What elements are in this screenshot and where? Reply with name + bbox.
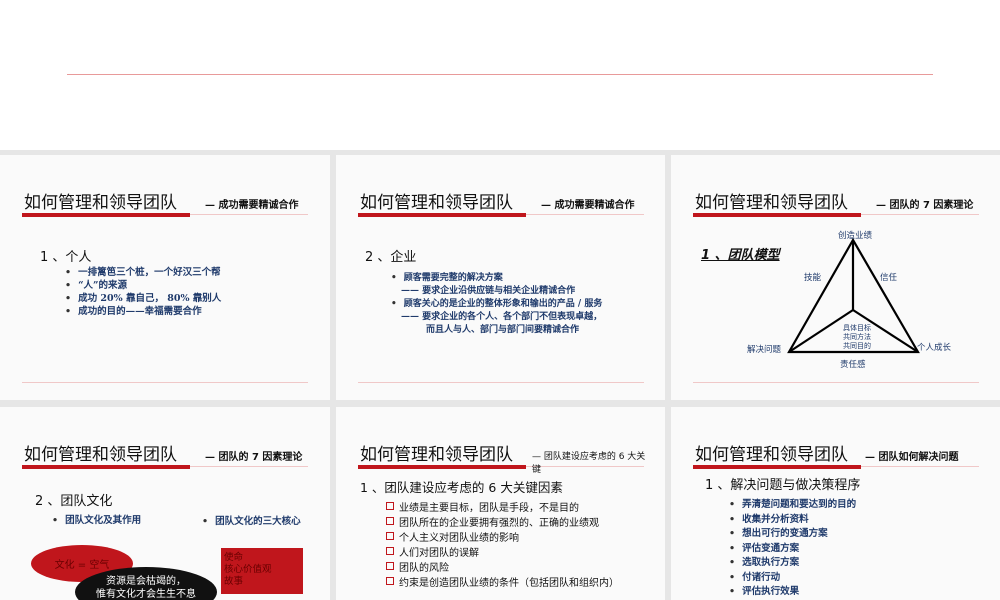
core-item: 故事 <box>224 576 244 587</box>
list-item: 成功的目的——幸福需要合作 <box>65 305 221 318</box>
section-heading: 1 、团队建设应考虑的 6 大关键因素 <box>360 480 563 495</box>
ellipse-line: 资源是会枯竭的， <box>106 576 186 587</box>
bullet-list: 一排篱笆三个桩，一个好汉三个帮 “人”的来源 成功 20% 靠自己， 80% 靠… <box>65 266 221 318</box>
list-item: 约束是创造团队业绩的条件（包括团队和组织内） <box>386 576 619 591</box>
list-item: 业绩是主要目标，团队是手段，不是目的 <box>386 501 619 516</box>
slide-subtitle: — 成功需要精诚合作 <box>541 200 635 211</box>
list-item: 人们对团队的误解 <box>386 546 619 561</box>
divider <box>190 214 308 215</box>
slide-thumbnail-3[interactable]: 如何管理和领导团队 — 团队的 7 因素理论 1 、团队模型 创造业绩 技能 信… <box>671 155 1000 400</box>
slide-thumbnail-5[interactable]: 如何管理和领导团队 — 团队建设应考虑的 6 大关键 1 、团队建设应考虑的 6… <box>336 407 665 600</box>
bullet-list: 弄清楚问题和要达到的目的 收集并分析资料 想出可行的变通方案 评估变通方案 选取… <box>729 498 856 600</box>
slide-subtitle: — 成功需要精诚合作 <box>205 200 299 211</box>
list-item: 一排篱笆三个桩，一个好汉三个帮 <box>65 266 221 279</box>
slide-thumbnail-6[interactable]: 如何管理和领导团队 — 团队如何解决问题 1 、解决问题与做决策程序 弄清楚问题… <box>671 407 1000 600</box>
list-item: 而且人与人、部门与部门间要精诚合作 <box>426 325 580 335</box>
list-item: 团队的风险 <box>386 561 619 576</box>
slide-subtitle: — 团队如何解决问题 <box>865 452 959 463</box>
bullet-list: 团队文化及其作用 <box>52 514 141 527</box>
slide-thumbnail-1[interactable]: 如何管理和领导团队 — 成功需要精诚合作 1 、个人 一排篱笆三个桩，一个好汉三… <box>0 155 330 400</box>
list-item: 顾客关心的是企业的整体形象和输出的产品 / 服务 <box>391 298 603 311</box>
culture-core-box: 使命 核心价值观 故事 <box>221 548 303 594</box>
divider <box>693 382 979 383</box>
team-model-triangle <box>787 237 920 354</box>
bullet-list: 业绩是主要目标，团队是手段，不是目的 团队所在的企业要拥有强烈的、正确的业绩观 … <box>386 501 619 591</box>
slide-subtitle: — 团队建设应考虑的 6 大关键 <box>532 452 646 475</box>
list-item: 弄清楚问题和要达到的目的 <box>729 498 856 513</box>
slide-title: 如何管理和领导团队 <box>24 445 177 465</box>
slide-title: 如何管理和领导团队 <box>24 193 177 213</box>
divider <box>67 74 933 75</box>
center-label: 共同方法 <box>843 333 871 341</box>
slide-subtitle: — 团队的 7 因素理论 <box>205 452 303 463</box>
list-item: 团队文化及其作用 <box>52 514 141 527</box>
center-label: 具体目标 <box>843 324 871 332</box>
section-heading: 2 、团队文化 <box>35 494 113 509</box>
list-item: “人”的来源 <box>65 279 221 292</box>
section-heading: 1 、解决问题与做决策程序 <box>705 478 861 493</box>
list-item: 想出可行的变通方案 <box>729 527 856 542</box>
model-label-bottom-edge: 责任感 <box>840 360 866 370</box>
list-item: 个人主义对团队业绩的影响 <box>386 531 619 546</box>
divider <box>526 214 644 215</box>
core-item: 核心价值观 <box>224 564 272 575</box>
title-slide <box>0 0 1000 150</box>
title-underline <box>358 213 526 217</box>
section-heading: 1 、个人 <box>40 250 92 265</box>
list-item: —— 要求企业的各个人、各个部门不但表现卓越， <box>401 312 603 322</box>
section-heading: 2 、企业 <box>365 250 417 265</box>
divider <box>358 382 644 383</box>
list-item: 团队文化的三大核心 <box>202 515 301 528</box>
bullet-list: 团队文化的三大核心 <box>202 515 301 528</box>
list-item: 评估变通方案 <box>729 542 856 557</box>
slide-title: 如何管理和领导团队 <box>360 445 513 465</box>
slide-thumbnail-4[interactable]: 如何管理和领导团队 — 团队的 7 因素理论 2 、团队文化 团队文化及其作用 … <box>0 407 330 600</box>
list-item: 付诸行动 <box>729 571 856 586</box>
model-label-bottom-right: 个人成长 <box>917 343 952 353</box>
core-item: 使命 <box>224 552 244 563</box>
list-item: 评估执行效果 <box>729 585 856 600</box>
title-underline <box>22 213 190 217</box>
divider <box>22 382 308 383</box>
list-item: 团队所在的企业要拥有强烈的、正确的业绩观 <box>386 516 619 531</box>
list-item: —— 要求企业沿供应链与相关企业精诚合作 <box>401 286 576 296</box>
model-label-right-edge: 信任 <box>880 273 898 283</box>
title-underline <box>22 465 190 469</box>
model-label-top: 创造业绩 <box>838 231 873 241</box>
list-item: 选取执行方案 <box>729 556 856 571</box>
divider <box>861 466 979 467</box>
list-item: 成功 20% 靠自己， 80% 靠别人 <box>65 292 221 305</box>
divider <box>190 466 308 467</box>
list-item: 顾客需要完整的解决方案 <box>391 272 602 285</box>
title-underline <box>693 465 861 469</box>
center-label: 共同目的 <box>843 342 871 350</box>
model-label-bottom-left: 解决问题 <box>747 345 782 355</box>
ellipse-line: 惟有文化才会生生不息 <box>96 589 196 600</box>
model-label-left-edge: 技能 <box>804 273 822 283</box>
slide-thumbnail-2[interactable]: 如何管理和领导团队 — 成功需要精诚合作 2 、企业 顾客需要完整的解决方案 —… <box>336 155 665 400</box>
model-center-labels: 具体目标 共同方法 共同目的 <box>843 324 871 351</box>
bullet-list: 顾客需要完整的解决方案 —— 要求企业沿供应链与相关企业精诚合作 顾客关心的是企… <box>391 272 602 337</box>
list-item: 收集并分析资料 <box>729 513 856 528</box>
slide-title: 如何管理和领导团队 <box>695 445 848 465</box>
title-underline <box>358 465 526 469</box>
slide-title: 如何管理和领导团队 <box>360 193 513 213</box>
